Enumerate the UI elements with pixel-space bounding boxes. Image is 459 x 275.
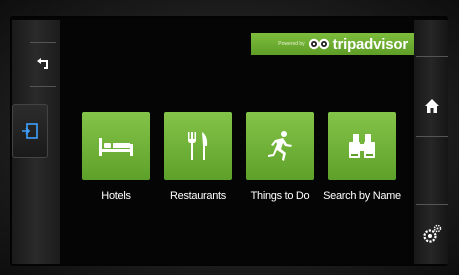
running-person-icon (268, 131, 292, 161)
settings-gear-icon (423, 224, 442, 243)
right-divider (416, 136, 448, 137)
home-button[interactable] (416, 88, 448, 124)
hotels-tile[interactable] (82, 112, 150, 180)
powered-by-text: Powered by (278, 41, 305, 47)
back-button[interactable] (30, 46, 56, 82)
brand-name: tripadvisor (332, 35, 409, 53)
bed-icon (99, 138, 133, 156)
fork-knife-icon (188, 132, 208, 160)
binoculars-icon (349, 134, 375, 158)
settings-button[interactable] (416, 212, 448, 256)
search-by-name-label: Search by Name (323, 190, 401, 202)
things-to-do-label: Things to Do (250, 190, 310, 202)
right-divider (416, 56, 448, 57)
owl-logo-icon (308, 38, 329, 50)
hotels-label: Hotels (101, 190, 131, 202)
left-divider (30, 86, 56, 87)
search-by-name-tile[interactable] (328, 112, 396, 180)
home-icon (425, 99, 439, 113)
left-divider (30, 42, 56, 43)
input-source-icon (22, 123, 38, 139)
restaurants-tile[interactable] (164, 112, 232, 180)
input-source-button[interactable] (12, 104, 48, 158)
things-to-do-tile[interactable] (246, 112, 314, 180)
back-arrow-icon (37, 58, 48, 69)
restaurants-label: Restaurants (169, 190, 226, 202)
category-grid: Hotels Restaurants Things to Do Search b… (82, 112, 402, 232)
tripadvisor-banner: Powered by tripadvisor (251, 33, 414, 55)
right-divider (416, 204, 448, 205)
